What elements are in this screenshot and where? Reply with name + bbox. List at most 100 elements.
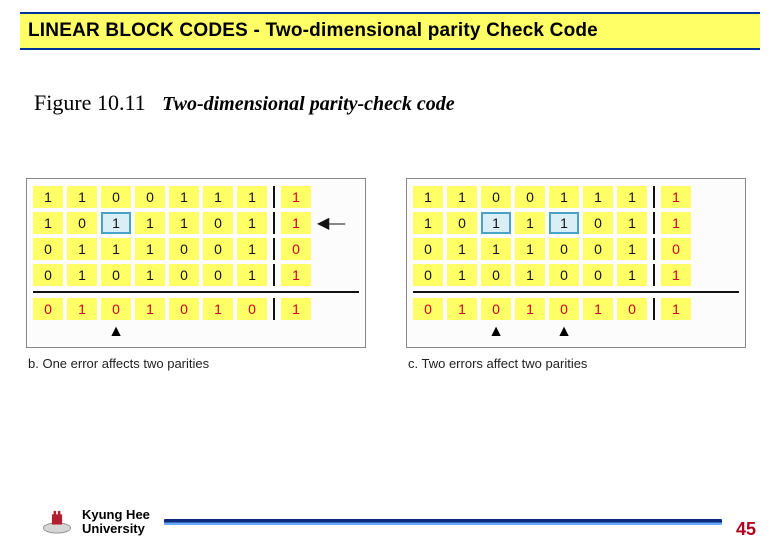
column-separator — [653, 298, 655, 320]
column-parity-row: 0 1 0 1 0 1 0 1 — [413, 297, 739, 321]
data-cell: 1 — [447, 238, 477, 260]
data-cell: 0 — [169, 264, 199, 286]
subfigure-text: Two errors affect two parities — [422, 356, 588, 371]
overall-parity-cell: 1 — [281, 298, 311, 320]
row-parity-cell: 1 — [281, 186, 311, 208]
overall-parity-cell: 1 — [661, 298, 691, 320]
row-separator — [33, 291, 359, 293]
data-cell: 0 — [481, 186, 511, 208]
data-cell: 1 — [237, 186, 267, 208]
col-parity-cell: 1 — [515, 298, 545, 320]
table-row: 1 0 1 1 1 0 1 1 — [413, 211, 739, 235]
data-cell: 1 — [67, 264, 97, 286]
figure-caption: Two-dimensional parity-check code — [162, 93, 455, 115]
data-cell: 1 — [135, 264, 165, 286]
col-parity-cell: 1 — [203, 298, 233, 320]
figure-caption-line: Figure 10.11 Two-dimensional parity-chec… — [34, 90, 780, 116]
parity-table-c-wrap: 1 1 0 0 1 1 1 1 1 0 1 1 1 0 1 1 — [406, 178, 746, 371]
table-row: 0 1 1 1 0 0 1 0 — [33, 237, 359, 261]
column-separator — [653, 186, 655, 208]
error-cell: 1 — [481, 212, 511, 234]
parity-table-b-wrap: 1 1 0 0 1 1 1 1 1 0 1 1 1 0 1 1 ◀ — [26, 178, 366, 371]
col-parity-cell: 1 — [447, 298, 477, 320]
page-number: 45 — [736, 519, 756, 540]
column-separator — [653, 238, 655, 260]
data-cell: 0 — [481, 264, 511, 286]
table-row: 1 0 1 1 1 0 1 1 ◀— — [33, 211, 359, 235]
data-cell: 1 — [617, 264, 647, 286]
row-parity-cell: 1 — [281, 264, 311, 286]
column-separator — [273, 238, 275, 260]
figure-number: Figure 10.11 — [34, 90, 146, 115]
col-parity-cell: 0 — [237, 298, 267, 320]
data-cell: 1 — [135, 212, 165, 234]
col-parity-cell: 1 — [583, 298, 613, 320]
arrow-up-icon: ▲ — [101, 323, 131, 345]
data-cell: 1 — [413, 186, 443, 208]
col-parity-cell: 0 — [481, 298, 511, 320]
column-separator — [273, 298, 275, 320]
university-name: Kyung Hee University — [82, 508, 150, 535]
error-cell: 1 — [101, 212, 131, 234]
table-row: 1 1 0 0 1 1 1 1 — [413, 185, 739, 209]
table-row: 0 1 1 1 0 0 1 0 — [413, 237, 739, 261]
data-cell: 0 — [67, 212, 97, 234]
table-row: 1 1 0 0 1 1 1 1 — [33, 185, 359, 209]
subfigure-label: c — [408, 356, 415, 371]
data-cell: 1 — [583, 186, 613, 208]
column-separator — [273, 264, 275, 286]
subfigure-caption-c: c. Two errors affect two parities — [408, 356, 746, 371]
column-separator — [653, 264, 655, 286]
data-cell: 1 — [169, 186, 199, 208]
col-parity-cell: 0 — [549, 298, 579, 320]
data-cell: 0 — [515, 186, 545, 208]
parity-table-b: 1 1 0 0 1 1 1 1 1 0 1 1 1 0 1 1 ◀ — [26, 178, 366, 348]
subfigure-label: b — [28, 356, 35, 371]
data-cell: 1 — [203, 186, 233, 208]
data-cell: 0 — [203, 212, 233, 234]
subfigure-caption-b: b. One error affects two parities — [28, 356, 366, 371]
col-parity-cell: 1 — [135, 298, 165, 320]
data-cell: 0 — [583, 264, 613, 286]
data-cell: 0 — [549, 238, 579, 260]
column-separator — [653, 212, 655, 234]
data-cell: 1 — [515, 212, 545, 234]
col-parity-cell: 0 — [101, 298, 131, 320]
row-parity-cell: 1 — [661, 212, 691, 234]
data-cell: 0 — [413, 264, 443, 286]
row-parity-cell: 1 — [661, 264, 691, 286]
data-cell: 1 — [617, 212, 647, 234]
row-parity-cell: 1 — [661, 186, 691, 208]
subfigure-text: One error affects two parities — [42, 356, 209, 371]
data-cell: 0 — [583, 238, 613, 260]
col-parity-cell: 0 — [33, 298, 63, 320]
error-cell: 1 — [549, 212, 579, 234]
data-cell: 1 — [515, 238, 545, 260]
data-cell: 0 — [101, 186, 131, 208]
row-parity-cell: 0 — [281, 238, 311, 260]
data-cell: 0 — [169, 238, 199, 260]
data-cell: 1 — [617, 186, 647, 208]
arrow-up-icon: ▲ — [481, 323, 511, 345]
data-cell: 0 — [583, 212, 613, 234]
data-cell: 0 — [101, 264, 131, 286]
data-cell: 0 — [203, 238, 233, 260]
row-parity-cell: 0 — [661, 238, 691, 260]
data-cell: 1 — [447, 186, 477, 208]
data-cell: 1 — [237, 238, 267, 260]
column-separator — [273, 186, 275, 208]
column-arrows-row: ▲ — [33, 323, 359, 345]
data-cell: 1 — [33, 212, 63, 234]
parity-table-c: 1 1 0 0 1 1 1 1 1 0 1 1 1 0 1 1 — [406, 178, 746, 348]
column-separator — [273, 212, 275, 234]
data-cell: 1 — [549, 186, 579, 208]
data-cell: 1 — [135, 238, 165, 260]
data-cell: 0 — [447, 212, 477, 234]
data-cell: 0 — [33, 238, 63, 260]
data-cell: 0 — [33, 264, 63, 286]
data-cell: 1 — [481, 238, 511, 260]
data-cell: 0 — [549, 264, 579, 286]
footer-rule — [164, 519, 722, 525]
data-cell: 1 — [447, 264, 477, 286]
col-parity-cell: 1 — [67, 298, 97, 320]
